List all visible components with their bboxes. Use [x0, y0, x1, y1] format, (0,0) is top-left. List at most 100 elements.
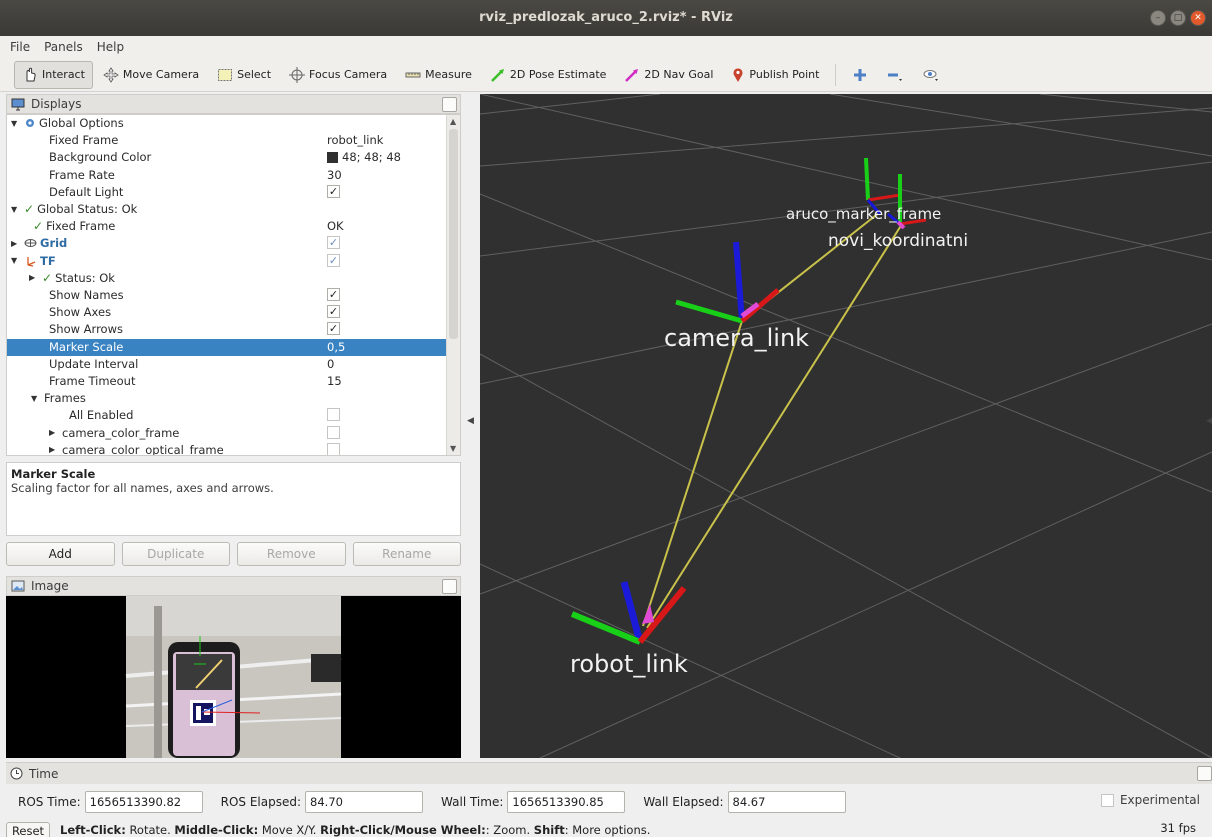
menu-panels[interactable]: Panels — [44, 40, 83, 54]
tf-enabled-checkbox[interactable]: ✓ — [327, 253, 340, 267]
tree-row-show-names[interactable]: Show Names ✓ — [7, 287, 447, 304]
add-tool-button[interactable] — [844, 61, 876, 89]
tree-row-global-status[interactable]: ▼ ✓ Global Status: Ok — [7, 201, 447, 218]
tree-row-default-light[interactable]: Default Light ✓ — [7, 184, 447, 201]
maximize-button[interactable]: □ — [1170, 10, 1186, 26]
frame-rate-value[interactable]: 30 — [327, 168, 342, 182]
focus-camera-label: Focus Camera — [309, 68, 388, 81]
robot-link-label: robot_link — [570, 650, 688, 678]
marker-scale-value[interactable]: 0,5 — [327, 340, 345, 354]
tree-row-fixed-frame-status[interactable]: ✓ Fixed Frame OK — [7, 218, 447, 235]
pose-estimate-tool[interactable]: 2D Pose Estimate — [482, 61, 615, 89]
rename-button[interactable]: Rename — [352, 542, 461, 566]
publish-point-tool[interactable]: Publish Point — [723, 61, 827, 89]
experimental-checkbox[interactable] — [1100, 793, 1114, 807]
wall-elapsed-label: Wall Elapsed: — [643, 795, 724, 809]
tree-row-tf-status[interactable]: ▶ ✓ Status: Ok — [7, 270, 447, 287]
tree-row-marker-scale[interactable]: Marker Scale 0,5 — [7, 338, 447, 356]
interact-tool[interactable]: Interact — [14, 60, 93, 89]
collapse-arrow-icon[interactable]: ▶ — [49, 445, 59, 454]
close-button[interactable]: ✕ — [1190, 10, 1206, 26]
tree-row-camera-color-frame[interactable]: ▶ camera_color_frame — [7, 425, 447, 442]
fixed-frame-value[interactable]: robot_link — [327, 133, 383, 147]
ros-time-field[interactable]: 1656513390.82 — [84, 791, 203, 813]
nav-goal-tool[interactable]: 2D Nav Goal — [616, 61, 721, 89]
menu-file[interactable]: File — [10, 40, 30, 54]
remove-tool-button[interactable] — [878, 61, 912, 89]
all-enabled-checkbox[interactable] — [327, 408, 340, 422]
tree-row-show-axes[interactable]: Show Axes ✓ — [7, 304, 447, 321]
background-color-value[interactable]: 48; 48; 48 — [342, 150, 401, 164]
row-label: Background Color — [49, 150, 152, 165]
wall-elapsed-field[interactable]: 84.67 — [727, 791, 846, 813]
row-label: Frame Rate — [49, 167, 115, 182]
move-camera-tool[interactable]: Move Camera — [95, 61, 207, 89]
frame-timeout-value[interactable]: 15 — [327, 374, 342, 388]
tree-row-global-options[interactable]: ▼ Global Options — [7, 115, 447, 132]
map-pin-icon — [733, 67, 743, 82]
scrollbar-thumb[interactable] — [449, 129, 458, 339]
tree-row-fixed-frame[interactable]: Fixed Frame robot_link — [7, 132, 447, 149]
update-interval-value[interactable]: 0 — [327, 357, 334, 371]
camera-image — [6, 596, 461, 758]
wall-time-field[interactable]: 1656513390.85 — [507, 791, 626, 813]
expand-arrow-icon[interactable]: ▼ — [11, 256, 21, 265]
undock-button[interactable] — [442, 579, 457, 594]
tree-row-show-arrows[interactable]: Show Arrows ✓ — [7, 321, 447, 338]
expand-arrow-icon[interactable]: ▼ — [11, 119, 21, 128]
undock-button[interactable] — [1197, 766, 1212, 781]
image-panel-title: Image — [31, 579, 69, 593]
undock-button[interactable] — [442, 97, 457, 112]
default-light-checkbox[interactable]: ✓ — [327, 184, 340, 198]
expand-arrow-icon[interactable]: ▼ — [11, 205, 21, 214]
experimental-option[interactable]: Experimental — [1100, 793, 1200, 807]
collapse-arrow-icon[interactable]: ▶ — [49, 428, 59, 437]
displays-scrollbar[interactable]: ▲ ▼ — [446, 115, 460, 455]
show-axes-checkbox[interactable]: ✓ — [327, 305, 340, 319]
reset-button[interactable]: Reset — [6, 822, 50, 837]
tree-row-frames[interactable]: ▼ Frames — [7, 390, 447, 407]
hint-right-text: : Zoom. — [485, 823, 534, 837]
splitter-left-arrow-icon[interactable]: ◀ — [467, 416, 474, 426]
select-label: Select — [237, 68, 272, 81]
tree-row-frame-timeout[interactable]: Frame Timeout 15 — [7, 373, 447, 390]
row-label: Frames — [44, 391, 86, 406]
remove-button[interactable]: Remove — [237, 542, 346, 566]
display-buttons: Add Duplicate Remove Rename — [6, 542, 461, 568]
tree-row-background-color[interactable]: Background Color 48; 48; 48 — [7, 149, 447, 166]
expand-arrow-icon[interactable]: ▼ — [31, 394, 41, 403]
grid-enabled-checkbox[interactable]: ✓ — [327, 236, 340, 250]
ros-elapsed-field[interactable]: 84.70 — [305, 791, 424, 813]
row-label: TF — [40, 253, 56, 268]
scroll-up-icon[interactable]: ▲ — [450, 117, 456, 126]
collapse-arrow-icon[interactable]: ▶ — [11, 239, 21, 248]
measure-tool[interactable]: Measure — [397, 61, 480, 89]
tree-row-tf[interactable]: ▼ TF ✓ — [7, 253, 447, 270]
select-tool[interactable]: Select — [209, 61, 279, 89]
splitter-right-arrow-icon[interactable]: ◀ — [1206, 416, 1212, 426]
view-options-button[interactable] — [914, 61, 948, 89]
color-swatch[interactable] — [327, 151, 338, 163]
tree-row-frame-rate[interactable]: Frame Rate 30 — [7, 167, 447, 184]
camera-color-frame-checkbox[interactable] — [327, 425, 340, 439]
collapse-arrow-icon[interactable]: ▶ — [29, 273, 39, 282]
duplicate-button[interactable]: Duplicate — [121, 542, 230, 566]
menu-help[interactable]: Help — [97, 40, 124, 54]
tree-row-grid[interactable]: ▶ Grid ✓ — [7, 235, 447, 252]
scroll-down-icon[interactable]: ▼ — [450, 444, 456, 453]
property-description: Marker Scale Scaling factor for all name… — [6, 462, 461, 536]
measure-label: Measure — [425, 68, 472, 81]
tree-row-all-enabled[interactable]: All Enabled — [7, 407, 447, 424]
camera-image-view[interactable] — [6, 596, 461, 758]
window-controls: – □ ✕ — [1150, 10, 1206, 26]
minimize-button[interactable]: – — [1150, 10, 1166, 26]
tree-row-camera-color-optical-frame[interactable]: ▶ camera_color_optical_frame — [7, 442, 447, 455]
add-button[interactable]: Add — [6, 542, 115, 566]
3d-render-view[interactable]: aruco_marker_frame novi_koordinatni came… — [480, 94, 1212, 758]
camera-color-optical-frame-checkbox[interactable] — [327, 442, 340, 455]
focus-camera-tool[interactable]: Focus Camera — [281, 61, 395, 89]
show-names-checkbox[interactable]: ✓ — [327, 288, 340, 301]
description-title: Marker Scale — [11, 467, 96, 481]
tree-row-update-interval[interactable]: Update Interval 0 — [7, 356, 447, 373]
show-arrows-checkbox[interactable]: ✓ — [327, 322, 340, 336]
